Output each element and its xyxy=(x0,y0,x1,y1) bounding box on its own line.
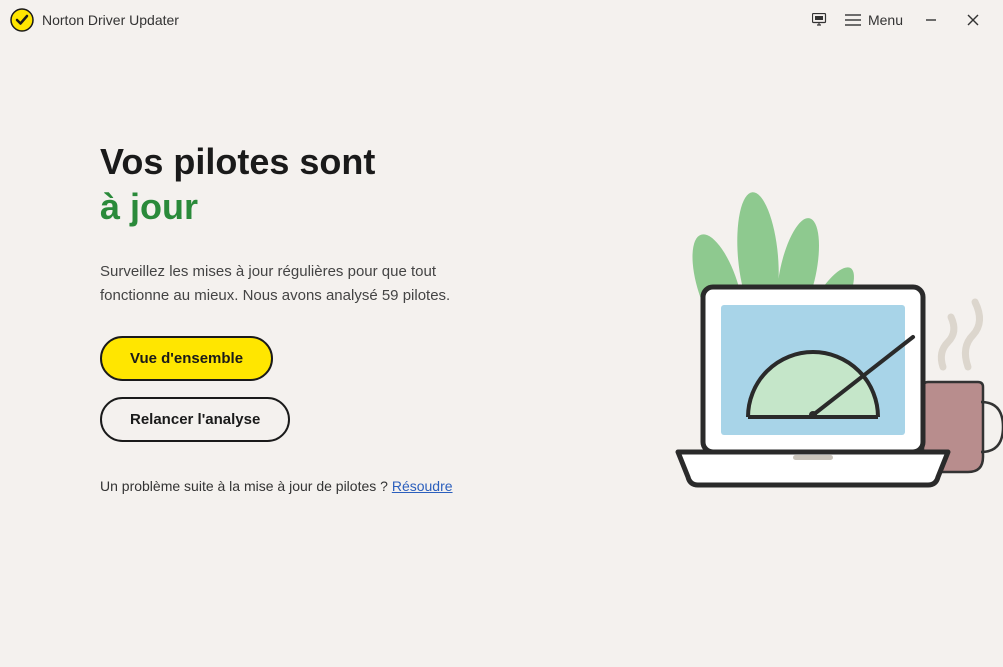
rescan-button[interactable]: Relancer l'analyse xyxy=(100,397,290,442)
titlebar: Norton Driver Updater Menu xyxy=(0,0,1003,40)
headline-line2: à jour xyxy=(100,185,500,228)
minimize-button[interactable] xyxy=(917,6,945,34)
menu-label: Menu xyxy=(868,12,903,28)
problem-line: Un problème suite à la mise à jour de pi… xyxy=(100,478,500,494)
close-icon xyxy=(966,13,980,27)
minimize-icon xyxy=(924,13,938,27)
titlebar-right: Menu xyxy=(812,6,987,34)
norton-logo-icon xyxy=(10,8,34,32)
overview-button[interactable]: Vue d'ensemble xyxy=(100,336,273,381)
close-button[interactable] xyxy=(959,6,987,34)
display-settings-icon[interactable] xyxy=(812,13,830,27)
laptop-icon xyxy=(678,287,948,485)
titlebar-left: Norton Driver Updater xyxy=(10,8,179,32)
headline-line1: Vos pilotes sont xyxy=(100,140,500,183)
mug-icon xyxy=(923,302,1003,472)
app-title: Norton Driver Updater xyxy=(42,12,179,28)
laptop-illustration xyxy=(523,187,1003,527)
subtext: Surveillez les mises à jour régulières p… xyxy=(100,260,500,308)
menu-button[interactable]: Menu xyxy=(844,12,903,28)
hamburger-icon xyxy=(844,13,862,27)
left-column: Vos pilotes sont à jour Surveillez les m… xyxy=(100,140,500,494)
problem-text: Un problème suite à la mise à jour de pi… xyxy=(100,478,392,494)
button-group: Vue d'ensemble Relancer l'analyse xyxy=(100,336,500,442)
resolve-link[interactable]: Résoudre xyxy=(392,478,453,494)
